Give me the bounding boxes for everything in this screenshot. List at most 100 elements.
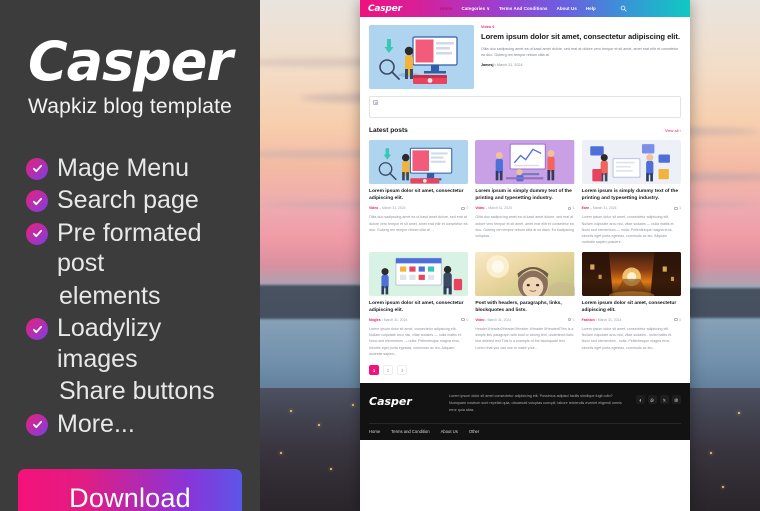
twitter-x-icon[interactable] [660,395,669,405]
check-circle-icon [26,222,48,245]
instagram-icon[interactable] [672,395,681,405]
post-card[interactable]: Lorem ipsum is simply dummy text of the … [475,140,575,246]
post-card-category[interactable]: Mogles [369,318,381,322]
featured-post-meta: Jamesj • March 31, 2024 [481,63,681,67]
nav-item-categories[interactable]: Categories ∨ [461,6,490,12]
featured-post-title[interactable]: Lorem ipsum dolor sit amet, consectetur … [481,32,681,42]
check-circle-icon [26,190,48,213]
post-card[interactable]: Lorem ipsum dolor sit amet, consectetur … [369,140,468,246]
post-card[interactable]: Lorem ipsum dolor sit amet, consectetur … [369,251,469,358]
featured-post-category[interactable]: Video 0 [481,25,681,29]
pagination-page-2[interactable]: 2 [383,365,393,376]
footer-link-other[interactable]: Other [469,429,479,434]
post-card-excerpt: Olita duo sadipscing amet ea ut kasd ame… [475,215,575,239]
feature-item: Share buttons [26,376,242,407]
footer-description: Lorem ipsum dolor sit amet consectetur a… [449,394,622,412]
post-card-title[interactable]: Lorem ipsum is simply dummy text of the … [475,188,574,202]
post-card-title[interactable]: Lorem ipsum dolor sit amet, consectetur … [369,300,468,314]
check-circle-icon [26,318,48,341]
footer-link-home[interactable]: Home [369,429,380,434]
post-card-meta-left: Video – March 31, 2024 [369,206,406,210]
post-card-excerpt: Header1Header2Header3Header 4Header 5Hea… [475,326,574,350]
post-card-comments: 1 [567,206,575,210]
download-now-button[interactable]: Download Now [18,469,242,511]
post-card-meta: Fashion • March 31, 2024 0 [582,318,681,322]
pagination-page-3[interactable]: 3 [397,365,407,376]
whatsapp-icon[interactable] [648,395,657,405]
comment-bubble-icon [674,206,678,210]
post-card-category[interactable]: Video [369,206,378,210]
comment-bubble-icon [461,318,465,322]
view-all-link[interactable]: View all › [665,128,681,133]
footer-social-links [636,393,681,405]
check-circle-icon [26,157,48,180]
feature-item: Pre formated post [26,218,242,279]
post-card-title[interactable]: Post with headers, paragraphs, links, bl… [475,300,574,314]
feature-label: Share buttons [59,377,215,406]
pagination-page-1[interactable]: 1 [369,365,379,376]
post-card-comment-count: 0 [679,317,681,322]
nav-item-home[interactable]: Home [440,6,453,11]
check-circle-icon [26,413,48,436]
post-card[interactable]: Lorem ipsum dolor sit amet, consectetur … [581,251,681,358]
post-card-excerpt: Lorem ipsum dolor sit amet, consectetur … [581,326,673,350]
post-card-meta-left: Fashion • March 31, 2024 [582,318,622,322]
footer-logo[interactable]: Casper [369,393,449,408]
promo-subtitle: Wapkiz blog template [28,94,232,118]
feature-item-continuation: elements [26,281,242,312]
footer-link-terms[interactable]: Terms and Condition [391,429,429,434]
download-button-wrap: Download Now [18,469,242,511]
post-card-category[interactable]: Video [475,206,484,210]
nav-item-about[interactable]: About Us [557,6,577,11]
comment-bubble-icon [674,318,678,322]
post-card-title[interactable]: Lorem ipsum dolor sit amet, consectetur … [582,300,681,314]
post-card[interactable]: Post with headers, paragraphs, links, bl… [475,251,575,358]
post-card-meta: Video – March 31, 2024 0 [369,206,468,210]
post-card[interactable]: Lorem ipsum is simply dummy text of the … [581,140,681,246]
post-thumbnail [581,251,681,296]
search-icon[interactable] [620,5,627,12]
nav-item-terms[interactable]: Terms And Conditions [499,6,548,11]
featured-post-thumbnail [369,25,474,89]
post-thumbnail [581,140,681,184]
promo-logo: Casper [27,30,233,93]
featured-post-author[interactable]: Jamesj [481,63,494,67]
feature-item: Search page [26,185,242,216]
pagination: 1 2 3 [369,365,681,383]
site-logo[interactable]: Casper [368,4,402,14]
facebook-icon[interactable] [636,395,645,405]
post-card-date: March 31, 2024 [383,317,408,322]
ad-placeholder-box[interactable] [369,96,681,118]
post-card-title[interactable]: Lorem ipsum is simply dummy text of the … [582,188,681,202]
blog-template-preview: Casper Home Categories ∨ Terms And Condit… [360,0,690,511]
broken-image-icon [373,100,378,105]
footer-link-about[interactable]: About Us [441,429,458,434]
feature-label: Search page [57,186,199,215]
post-card-excerpt: Lorem ipsum dolor sit amet, consectetur … [369,326,462,356]
feature-label: elements [59,281,161,310]
post-card-category[interactable]: Earn [582,206,590,210]
post-card-category[interactable]: Fashion [582,318,595,322]
post-thumbnail [475,140,575,184]
nav-item-categories-label: Categories [461,5,486,11]
featured-comment-count: 0 [492,25,495,29]
post-card-comments: 1 [674,206,681,210]
chevron-down-icon: ∨ [486,5,490,11]
post-card-date: March 31, 2024 [487,317,512,322]
post-card-category[interactable]: Video [475,318,484,322]
post-card-title[interactable]: Lorem ipsum dolor sit amet, consectetur … [369,188,468,202]
comment-bubble-icon [567,318,572,322]
latest-posts-title: Latest posts [369,127,408,134]
featured-post-text: Video 0 Lorem ipsum dolor sit amet, cons… [481,25,681,89]
nav-item-help[interactable]: Help [586,6,596,11]
post-card-meta: Video – March 31, 2024 1 [475,206,574,210]
post-card-excerpt: Lorem ipsum dolor sit amet, consectetur … [581,215,675,245]
site-footer: Casper Lorem ipsum dolor sit amet consec… [360,383,690,440]
post-thumbnail [369,251,469,296]
post-card-comments: 0 [461,318,468,322]
post-card-comment-count: 1 [679,206,681,211]
post-card-meta-left: Video – March 31, 2024 [475,206,512,210]
post-card-meta-left: Earn – March 31, 2024 [582,206,617,210]
featured-post[interactable]: Video 0 Lorem ipsum dolor sit amet, cons… [369,25,681,89]
post-card-comments: 1 [567,318,575,322]
